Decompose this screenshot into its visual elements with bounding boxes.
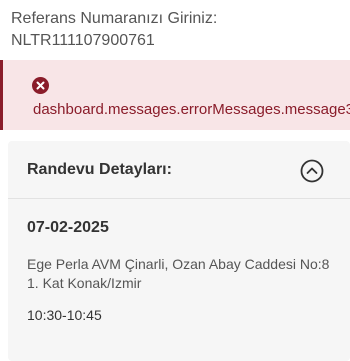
appointment-date: 07-02-2025 xyxy=(27,219,109,236)
reference-section: Referans Numaranızı Giriniz: NLTR1111079… xyxy=(11,8,342,52)
error-x-circle-icon xyxy=(32,77,49,94)
reference-number: NLTR111107900761 xyxy=(11,32,155,49)
appointment-time: 10:30-10:45 xyxy=(27,307,102,323)
reference-prompt: Referans Numaranızı Giriniz: xyxy=(11,10,218,27)
chevron-up-circle-icon[interactable] xyxy=(300,159,324,183)
error-message: dashboard.messages.errorMessages.message… xyxy=(33,101,350,118)
appointment-details-card: Randevu Detayları: 07-02-2025 Ege Perla … xyxy=(8,141,350,361)
appointment-details-title: Randevu Detayları: xyxy=(27,161,172,178)
error-alert: dashboard.messages.errorMessages.message… xyxy=(0,60,350,130)
card-divider xyxy=(8,198,350,199)
appointment-address: Ege Perla AVM Çinarli, Ozan Abay Caddesi… xyxy=(27,256,330,291)
